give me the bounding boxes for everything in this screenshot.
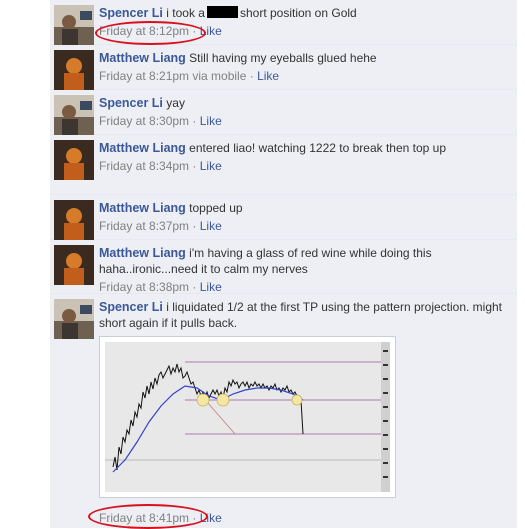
separator: · xyxy=(249,69,254,83)
comment-meta: Friday at 8:30pm · Like xyxy=(99,113,511,129)
comment-author[interactable]: Matthew Liang xyxy=(99,141,186,155)
comment-author[interactable]: Spencer Li xyxy=(99,6,163,20)
comment: Spencer Li i took a short position on Gol… xyxy=(50,0,517,45)
comment-meta: Friday at 8:38pm · Like xyxy=(99,279,511,295)
comment-text: Still having my eyeballs glued hehe xyxy=(189,51,377,65)
avatar[interactable] xyxy=(54,5,94,45)
redaction-bar xyxy=(206,6,238,18)
avatar[interactable] xyxy=(54,200,94,240)
like-link[interactable]: Like xyxy=(200,114,222,128)
comment-author[interactable]: Spencer Li xyxy=(99,96,163,110)
comment-author[interactable]: Matthew Liang xyxy=(99,246,186,260)
like-link[interactable]: Like xyxy=(200,219,222,233)
comment: Spencer Li i liquidated 1/2 at the first… xyxy=(50,294,517,529)
avatar[interactable] xyxy=(54,299,94,339)
comment-thread: Spencer Li i took a short position on Gol… xyxy=(50,0,517,529)
comment-meta: Friday at 8:34pm · Like xyxy=(99,158,511,174)
avatar[interactable] xyxy=(54,245,94,285)
comment: Matthew Liang topped up Friday at 8:37pm… xyxy=(50,195,517,240)
like-link[interactable]: Like xyxy=(257,69,279,83)
chart-image xyxy=(105,342,390,492)
timestamp[interactable]: Friday at 8:21pm via mobile xyxy=(99,69,246,83)
avatar[interactable] xyxy=(54,140,94,180)
comment-body: Matthew Liang i'm having a glass of red … xyxy=(99,245,511,295)
avatar[interactable] xyxy=(54,50,94,90)
comment-author[interactable]: Matthew Liang xyxy=(99,51,186,65)
like-link[interactable]: Like xyxy=(200,159,222,173)
comment: Matthew Liang i'm having a glass of red … xyxy=(50,240,517,294)
comment: Spencer Li yay Friday at 8:30pm · Like xyxy=(50,90,517,135)
comment-body: Matthew Liang topped up Friday at 8:37pm… xyxy=(99,200,511,234)
comment-text: i took a short position on Gold xyxy=(166,6,357,20)
annotation-oval xyxy=(95,21,206,45)
comment-text: entered liao! watching 1222 to break the… xyxy=(189,141,447,155)
timestamp[interactable]: Friday at 8:38pm xyxy=(99,280,189,294)
separator: · xyxy=(192,219,197,233)
avatar[interactable] xyxy=(54,95,94,135)
separator: · xyxy=(192,114,197,128)
separator: · xyxy=(192,159,197,173)
like-link[interactable]: Like xyxy=(200,280,222,294)
comment: Matthew Liang Still having my eyeballs g… xyxy=(50,45,517,90)
comment-meta: Friday at 8:37pm · Like xyxy=(99,218,511,234)
separator: · xyxy=(192,280,197,294)
timestamp[interactable]: Friday at 8:30pm xyxy=(99,114,189,128)
chart-screenshot[interactable] xyxy=(99,336,396,498)
comment-author[interactable]: Matthew Liang xyxy=(99,201,186,215)
comment-meta: Friday at 8:21pm via mobile · Like xyxy=(99,68,511,84)
comment-body: Matthew Liang entered liao! watching 122… xyxy=(99,140,511,174)
comment-text: yay xyxy=(166,96,185,110)
annotation-oval xyxy=(88,504,208,529)
comment-text: topped up xyxy=(189,201,243,215)
comment-body: Spencer Li yay Friday at 8:30pm · Like xyxy=(99,95,511,129)
comment-body: Matthew Liang Still having my eyeballs g… xyxy=(99,50,511,84)
comment-body: Spencer Li i liquidated 1/2 at the first… xyxy=(99,299,511,331)
timestamp[interactable]: Friday at 8:34pm xyxy=(99,159,189,173)
comment-author[interactable]: Spencer Li xyxy=(99,300,163,314)
timestamp[interactable]: Friday at 8:37pm xyxy=(99,219,189,233)
comment: Matthew Liang entered liao! watching 122… xyxy=(50,135,517,195)
